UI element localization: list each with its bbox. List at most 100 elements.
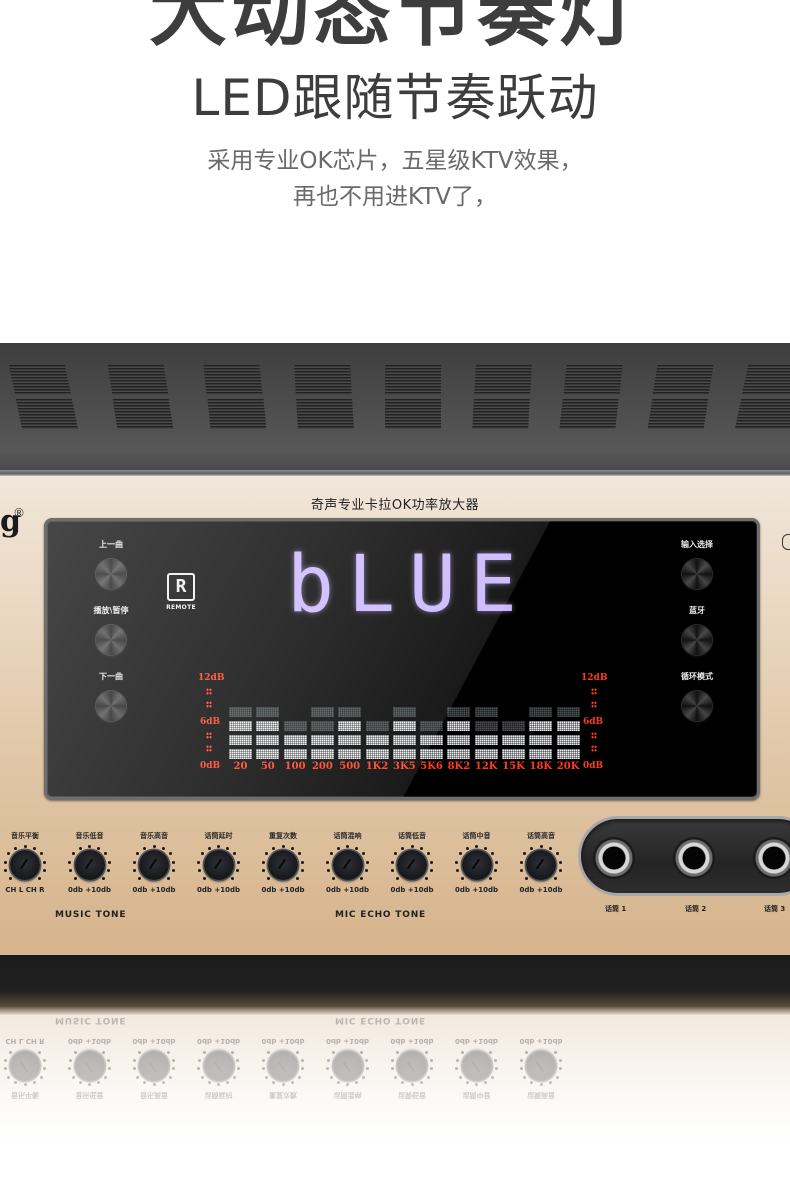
- knob-tick: [152, 844, 156, 848]
- mic-jack-3-label: 话筒 3: [764, 905, 786, 913]
- knob-control[interactable]: 话筒混响 0db +10db: [317, 831, 379, 894]
- knob-dial-icon[interactable]: [67, 844, 113, 885]
- input-select-label: 输入选择: [681, 540, 713, 549]
- eq-frequency-label: 18K: [529, 761, 553, 772]
- knob-tick: [14, 846, 18, 850]
- loop-mode-button[interactable]: 循环模式: [662, 671, 732, 737]
- eq-bar-segment: [392, 735, 416, 745]
- input-select-button[interactable]: 输入选择: [662, 539, 732, 605]
- knob-tick: [301, 860, 305, 864]
- front-title: 奇声专业卡拉OK功率放大器: [310, 498, 480, 513]
- vent-slot: [385, 399, 441, 429]
- knob-tick: [360, 876, 364, 880]
- eq-bar-segment: [256, 707, 280, 717]
- knob-tick: [171, 869, 175, 873]
- bluetooth-button[interactable]: 蓝牙: [662, 605, 732, 671]
- knob-dial-icon[interactable]: [454, 844, 500, 885]
- knob-tick: [355, 846, 359, 850]
- next-track-button[interactable]: 下一曲: [76, 671, 146, 737]
- knob-range: 0db +10db: [326, 886, 369, 894]
- knob-dial-icon[interactable]: [389, 844, 435, 885]
- knob-tick: [233, 852, 237, 856]
- db-dots: [206, 688, 212, 695]
- mic-jack-1[interactable]: [593, 837, 635, 879]
- knob-dial-icon[interactable]: [518, 844, 564, 885]
- knob-dial-icon[interactable]: [196, 844, 242, 885]
- eq-bar-segment: [392, 749, 416, 759]
- knob-tick: [3, 860, 7, 864]
- knob-tick: [197, 869, 201, 873]
- knob-control[interactable]: 话筒延时 0db +10db: [188, 831, 250, 894]
- loop-mode-icon[interactable]: [682, 691, 712, 721]
- left-button-column: 上一曲 播放\暂停 下一曲: [76, 539, 146, 737]
- eq-bar-segment: [229, 749, 252, 759]
- knob-range: 0db +10db: [390, 886, 434, 894]
- knob-control[interactable]: 话筒低音 0db +10db: [381, 831, 443, 894]
- knob-tick: [272, 846, 276, 850]
- knob-name: 话筒延时: [204, 832, 233, 840]
- knob-tick: [7, 852, 11, 856]
- knob-tick: [362, 852, 366, 856]
- eq-bar-segment: [365, 749, 389, 759]
- knob-tick: [143, 846, 147, 850]
- knob-tick: [39, 852, 43, 856]
- mic-jack-1-label: 话筒 1: [605, 905, 627, 913]
- db-label-top-right: 12dB: [581, 673, 608, 683]
- knob-control[interactable]: 音乐低音 0db +10db: [59, 831, 121, 894]
- subtitle: LED跟随节奏跃动: [191, 69, 599, 127]
- mic-jack-3[interactable]: [753, 837, 790, 879]
- knob-name: 音乐低音: [75, 832, 104, 840]
- knob-control[interactable]: 音乐高音 0db +10db: [123, 831, 185, 894]
- knob-dial-icon[interactable]: [2, 844, 48, 885]
- eq-bar-segment: [283, 735, 307, 745]
- knob-dial-icon[interactable]: [325, 844, 371, 885]
- knob-tick: [548, 846, 552, 850]
- knob-tick: [458, 852, 462, 856]
- eq-bar-segment: [529, 721, 553, 731]
- remote-label: REMOTE: [166, 604, 196, 611]
- prev-track-icon[interactable]: [96, 559, 126, 589]
- vent-slot: [294, 365, 352, 395]
- knob-tick: [475, 844, 478, 848]
- knob-tick: [329, 852, 333, 856]
- vent-slot: [207, 399, 267, 429]
- mic-echo-tone-label: MIC ECHO TONE: [335, 910, 426, 920]
- knob-control[interactable]: 话筒中音 0db +10db: [446, 831, 508, 894]
- vent-slot: [113, 399, 174, 429]
- knob-tick: [525, 876, 529, 880]
- knob-tick: [197, 860, 201, 864]
- front-panel: g ® 奇声专业卡拉OK功率放大器 上一曲 播放\暂停 下一曲 R REMOTE…: [0, 476, 790, 955]
- next-track-icon[interactable]: [96, 691, 126, 721]
- mic-jack-2[interactable]: [673, 837, 715, 879]
- knob-tick: [265, 852, 269, 856]
- knob-control[interactable]: 音乐平衡 CH L CH R: [0, 831, 56, 894]
- display-panel: 上一曲 播放\暂停 下一曲 R REMOTE bLUE 12dB 6dB 0dB…: [44, 518, 760, 800]
- knob-dial-icon[interactable]: [131, 844, 177, 885]
- prev-track-button[interactable]: 上一曲: [76, 539, 146, 605]
- knob-control[interactable]: 重复次数 0db +10db: [252, 831, 314, 894]
- knob-control[interactable]: 话筒高音 0db +10db: [510, 831, 572, 894]
- knob-tick: [133, 869, 137, 873]
- knob-name: 重复次数: [269, 832, 297, 840]
- db-dots: [591, 732, 597, 739]
- knob-body: [203, 850, 234, 880]
- bluetooth-icon[interactable]: [682, 625, 712, 655]
- vent-slot: [15, 399, 79, 429]
- eq-bar-segment: [283, 749, 307, 759]
- eq-frequency-label: 100: [284, 761, 306, 772]
- knob-tick: [394, 852, 398, 856]
- play-pause-icon[interactable]: [96, 625, 126, 655]
- knob-dial-icon[interactable]: [260, 844, 306, 885]
- knob-tick: [523, 852, 527, 856]
- knob-body: [268, 850, 298, 880]
- eq-bar-segment: [310, 749, 334, 759]
- eq-bar-segment: [420, 749, 444, 759]
- eq-bar-segment: [447, 749, 471, 759]
- play-pause-button[interactable]: 播放\暂停: [76, 605, 146, 671]
- input-select-icon[interactable]: [682, 559, 712, 589]
- knob-tick: [553, 876, 557, 880]
- eq-frequency-label: 20K: [556, 761, 580, 772]
- knob-tick: [455, 869, 459, 873]
- segment-display: bLUE: [287, 540, 531, 630]
- eq-bar-segment: [229, 721, 252, 731]
